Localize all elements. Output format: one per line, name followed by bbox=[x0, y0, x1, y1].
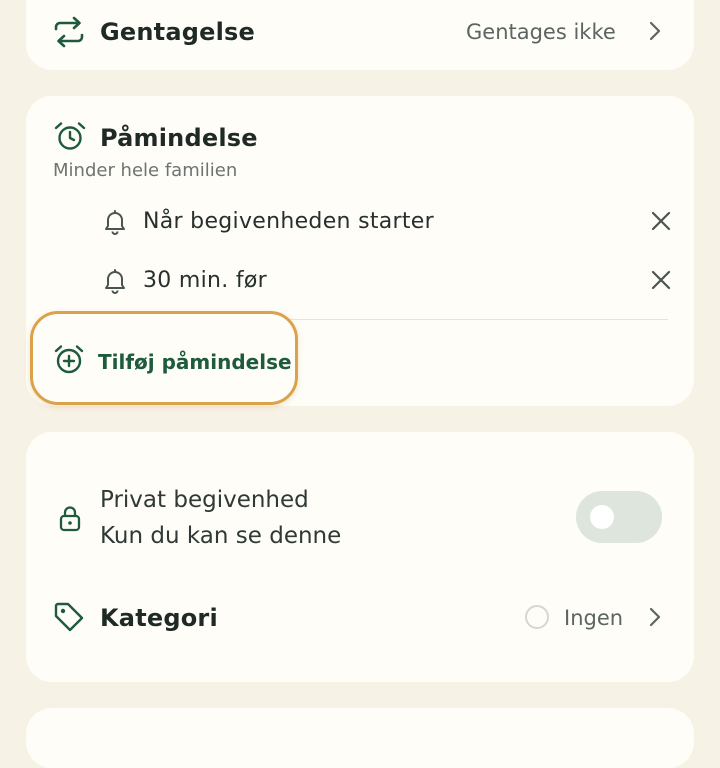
private-event-toggle[interactable] bbox=[576, 491, 662, 543]
reminders-subtitle: Minder hele familien bbox=[53, 160, 238, 181]
private-event-title: Privat begivenhed bbox=[100, 487, 309, 513]
category-value: Ingen bbox=[564, 606, 624, 630]
reminders-title: Påmindelse bbox=[100, 124, 258, 152]
close-icon[interactable] bbox=[650, 210, 672, 232]
category-label: Kategori bbox=[100, 604, 218, 632]
category-color-indicator bbox=[525, 605, 549, 629]
alarm-add-icon bbox=[54, 345, 84, 374]
reminder-item-label: 30 min. før bbox=[143, 268, 268, 293]
repeat-value: Gentages ikke bbox=[466, 20, 616, 44]
private-event-subtitle: Kun du kan se denne bbox=[100, 523, 342, 549]
lock-icon bbox=[59, 506, 81, 532]
repeat-icon bbox=[54, 16, 84, 48]
chevron-right-icon bbox=[649, 21, 661, 41]
settings-card bbox=[26, 432, 694, 682]
close-icon[interactable] bbox=[650, 269, 672, 291]
toggle-knob bbox=[590, 505, 614, 529]
reminder-item-label: Når begivenheden starter bbox=[143, 209, 434, 234]
add-reminder-label: Tilføj påmindelse bbox=[98, 350, 292, 374]
chevron-right-icon[interactable] bbox=[648, 607, 662, 627]
alarm-clock-icon bbox=[54, 122, 86, 150]
repeat-label: Gentagelse bbox=[100, 18, 255, 46]
tag-icon bbox=[54, 602, 84, 632]
next-card bbox=[26, 708, 694, 768]
bell-icon bbox=[105, 269, 125, 294]
bell-icon bbox=[105, 210, 125, 235]
